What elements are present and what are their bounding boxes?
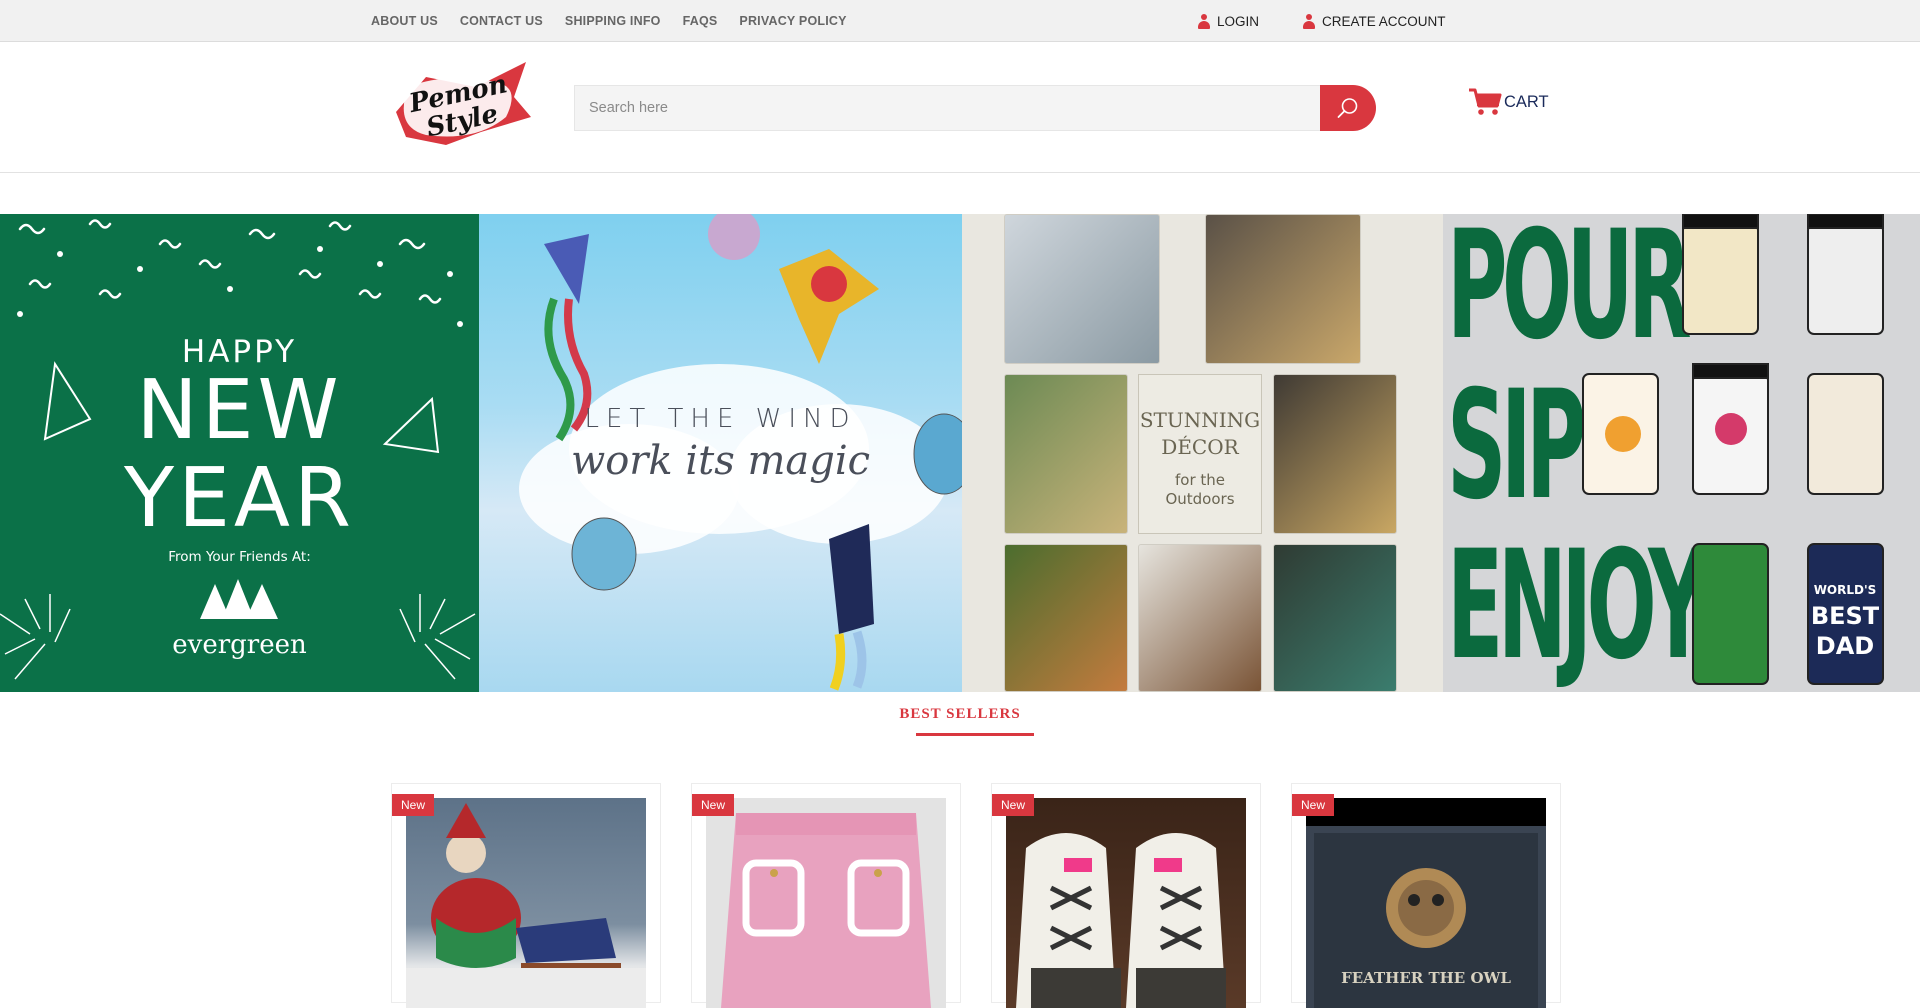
banner-magic-text: work its magic [570,438,871,484]
cart-icon [1469,88,1502,115]
mugs-illustration: WORLD'S BEST DAD [1582,214,1884,685]
product-card[interactable]: New [391,783,661,1008]
decor-photo-tile [1004,374,1128,534]
santa-figurine-image [406,803,646,1008]
banner-slide-wind[interactable]: LET THE WIND work its magic [479,214,962,692]
top-nav: ABOUT US CONTACT US SHIPPING INFO FAQS P… [371,0,847,42]
new-badge: New [992,794,1035,816]
decor-photo-tile [1205,214,1361,364]
decor-photo-tile [1138,544,1262,692]
product-card[interactable]: New [691,783,961,1008]
site-logo[interactable]: Pemon Style [386,57,534,149]
faqs-link[interactable]: FAQS [683,14,718,28]
create-account-link[interactable]: CREATE ACCOUNT [1303,0,1446,42]
decor-photo-tile [1004,214,1160,364]
site-header: Pemon Style CART [0,42,1920,173]
svg-text:DAD: DAD [1816,632,1874,660]
product-image[interactable]: FEATHER THE OWL [1306,798,1546,1008]
cart-link[interactable]: CART [1468,87,1549,117]
evergreen-logo-text: evergreen [172,630,307,660]
owl-box-image: FEATHER THE OWL [1306,826,1546,1008]
create-account-label: CREATE ACCOUNT [1322,13,1446,29]
decor-photo-tile [1273,374,1397,534]
svg-text:WORLD'S: WORLD'S [1814,583,1877,597]
svg-text:BEST: BEST [1811,602,1880,630]
decor-title-card: STUNNING DÉCOR for the Outdoors [1138,374,1262,534]
search-button[interactable] [1320,85,1376,131]
search-bar [574,85,1376,131]
logo-graphic: Pemon Style [396,62,531,145]
owl-box-text: FEATHER THE OWL [1341,969,1511,987]
hero-banner[interactable]: HAPPY NEW YEAR From Your Friends At: eve… [0,214,1920,692]
search-input[interactable] [574,85,1320,131]
banner-from-text: From Your Friends At: [168,549,311,565]
product-image[interactable] [1006,798,1246,1008]
login-link[interactable]: LOGIN [1198,0,1259,42]
sneakers-image [1016,833,1226,1008]
product-image[interactable] [406,798,646,1008]
best-sellers-title: BEST SELLERS [899,706,1021,722]
new-badge: New [692,794,735,816]
banner-year-text: YEAR [124,451,355,546]
shipping-info-link[interactable]: SHIPPING INFO [565,14,661,28]
title-underline [916,733,1034,736]
product-image[interactable] [706,798,946,1008]
banner-slide-mugs[interactable]: POUR SIP ENJOY WORLD'S BEST DAD [1443,214,1920,692]
decor-photo-tile [1004,544,1128,692]
banner-slide-new-year[interactable]: HAPPY NEW YEAR From Your Friends At: eve… [0,214,479,692]
banner-new-text: NEW [136,363,343,458]
pink-shorts-image [721,813,931,1008]
search-icon [1337,98,1358,118]
product-card[interactable]: New [991,783,1261,1008]
privacy-policy-link[interactable]: PRIVACY POLICY [739,14,846,28]
decor-photo-tile [1273,544,1397,692]
contact-us-link[interactable]: CONTACT US [460,14,543,28]
banner-slide-decor[interactable]: STUNNING DÉCOR for the Outdoors [962,214,1443,692]
login-label: LOGIN [1217,13,1260,29]
about-us-link[interactable]: ABOUT US [371,14,438,28]
user-icon [1303,13,1315,29]
new-badge: New [1292,794,1335,816]
cart-label: CART [1504,92,1549,111]
decor-subtitle: for the Outdoors [1165,471,1235,508]
user-icon [1198,13,1210,29]
banner-wind-text: LET THE WIND [584,404,857,434]
decor-title: STUNNING DÉCOR [1139,408,1261,459]
top-bar: ABOUT US CONTACT US SHIPPING INFO FAQS P… [0,0,1920,42]
new-badge: New [392,794,435,816]
product-card[interactable]: New FEATHER THE OWL [1291,783,1561,1008]
